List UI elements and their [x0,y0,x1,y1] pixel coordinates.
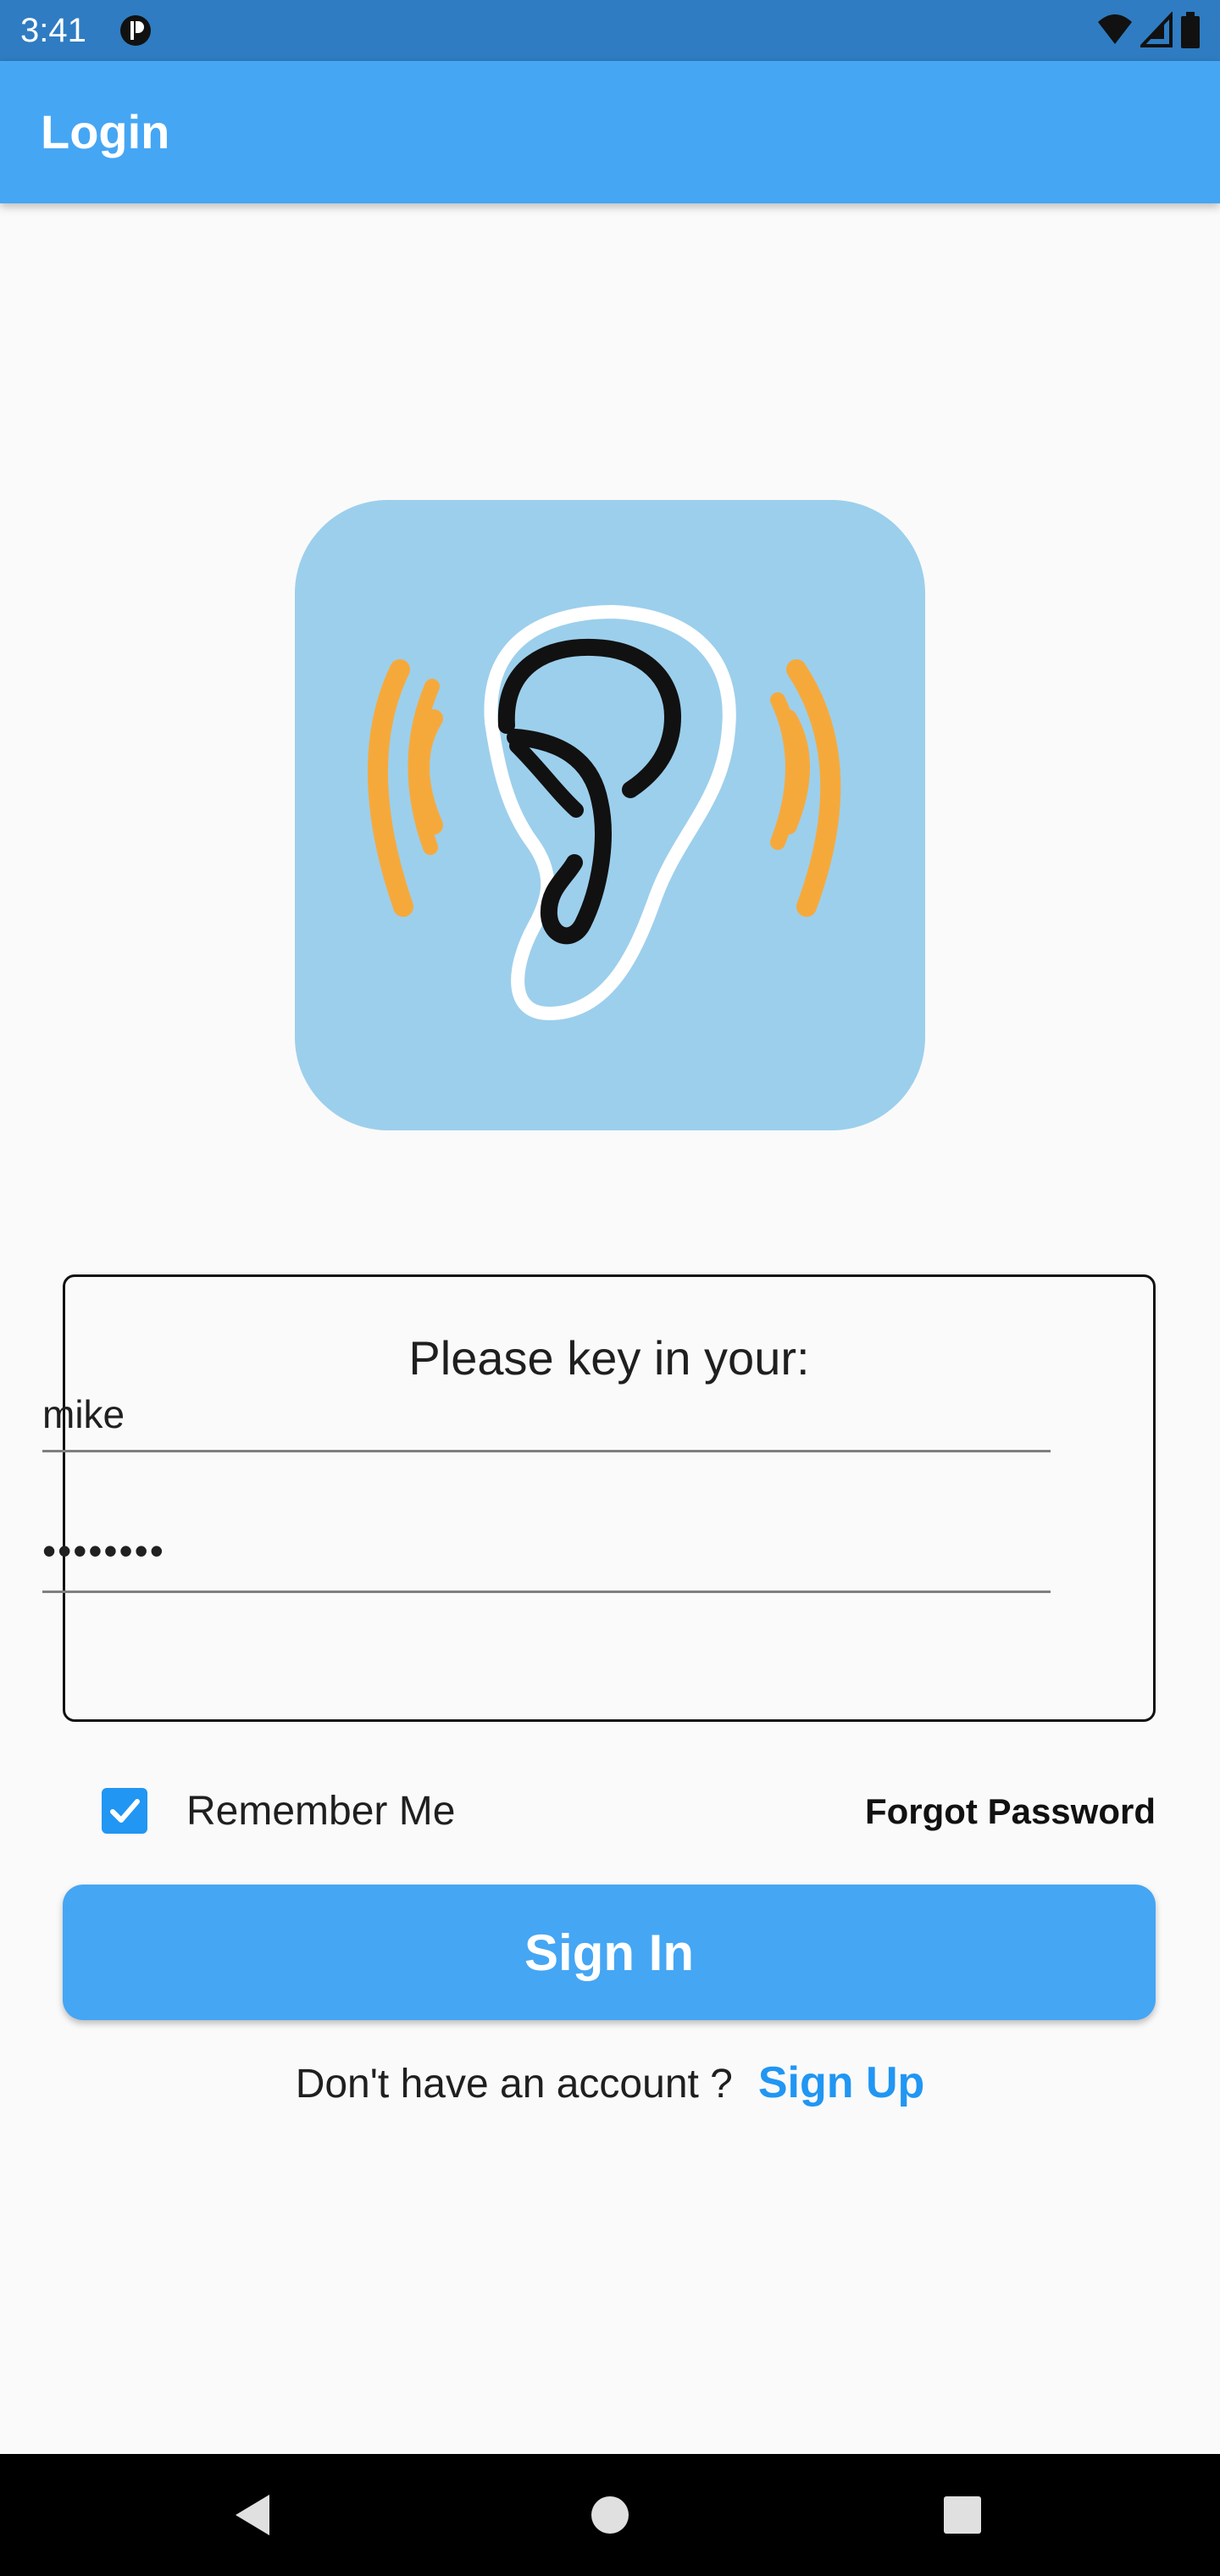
sign-in-button[interactable]: Sign In [63,1885,1156,2020]
battery-icon [1181,12,1200,48]
recent-square-icon[interactable] [932,2484,993,2545]
status-icons [1096,12,1201,49]
page-title: Login [41,105,170,158]
login-form-card: Please key in your: [63,1274,1156,1722]
sign-up-link[interactable]: Sign Up [758,2058,924,2107]
password-input[interactable] [42,1508,1051,1593]
status-bar: 3:41 [0,0,1220,61]
back-triangle-icon[interactable] [224,2484,285,2545]
username-field-container [42,1368,1051,1452]
navigation-bar [0,2454,1220,2576]
remember-me-label[interactable]: Remember Me [186,1788,455,1835]
circle-p-icon [120,15,151,46]
app-logo [295,500,925,1130]
remember-me-checkbox[interactable] [102,1788,147,1834]
signup-row: Don't have an account ? Sign Up [0,2057,1220,2110]
signal-icon [1140,12,1173,47]
home-circle-icon[interactable] [580,2484,640,2545]
app-bar: Login [0,61,1220,203]
status-time: 3:41 [20,12,86,49]
forgot-password-link[interactable]: Forgot Password [865,1791,1156,1832]
checkmark-icon [110,1799,140,1823]
signup-prompt: Don't have an account ? [295,2062,733,2107]
ear-sound-icon [368,605,841,1020]
wifi-icon [1098,14,1132,44]
password-field-container [42,1508,1051,1593]
username-input[interactable] [42,1368,1051,1452]
